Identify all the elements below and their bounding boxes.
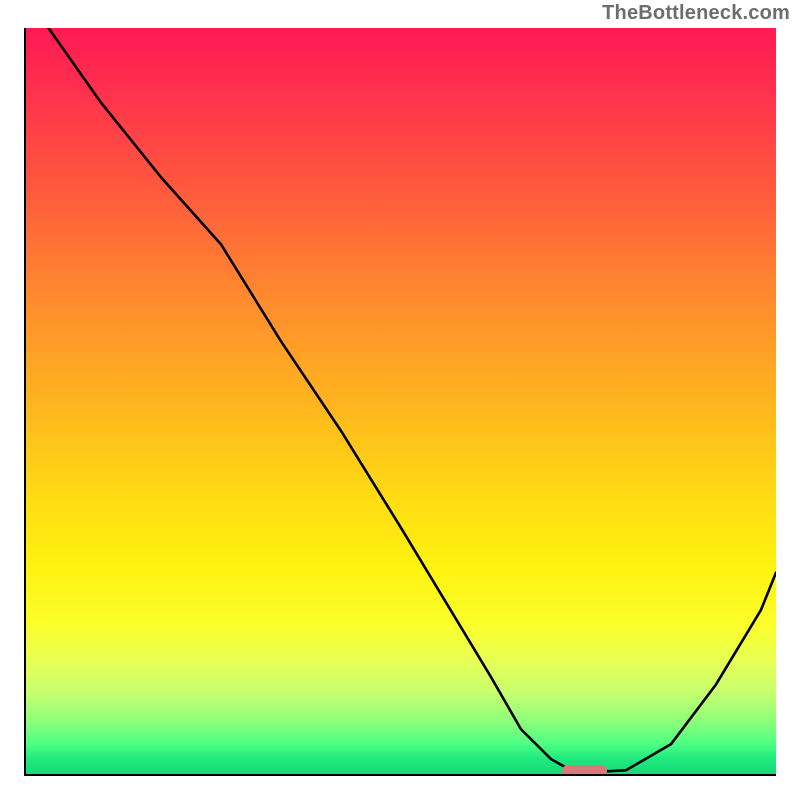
chart-plot-area — [24, 28, 776, 776]
chart-curve — [26, 28, 776, 774]
chart-marker-pill — [562, 765, 607, 776]
watermark-text: TheBottleneck.com — [602, 2, 790, 25]
